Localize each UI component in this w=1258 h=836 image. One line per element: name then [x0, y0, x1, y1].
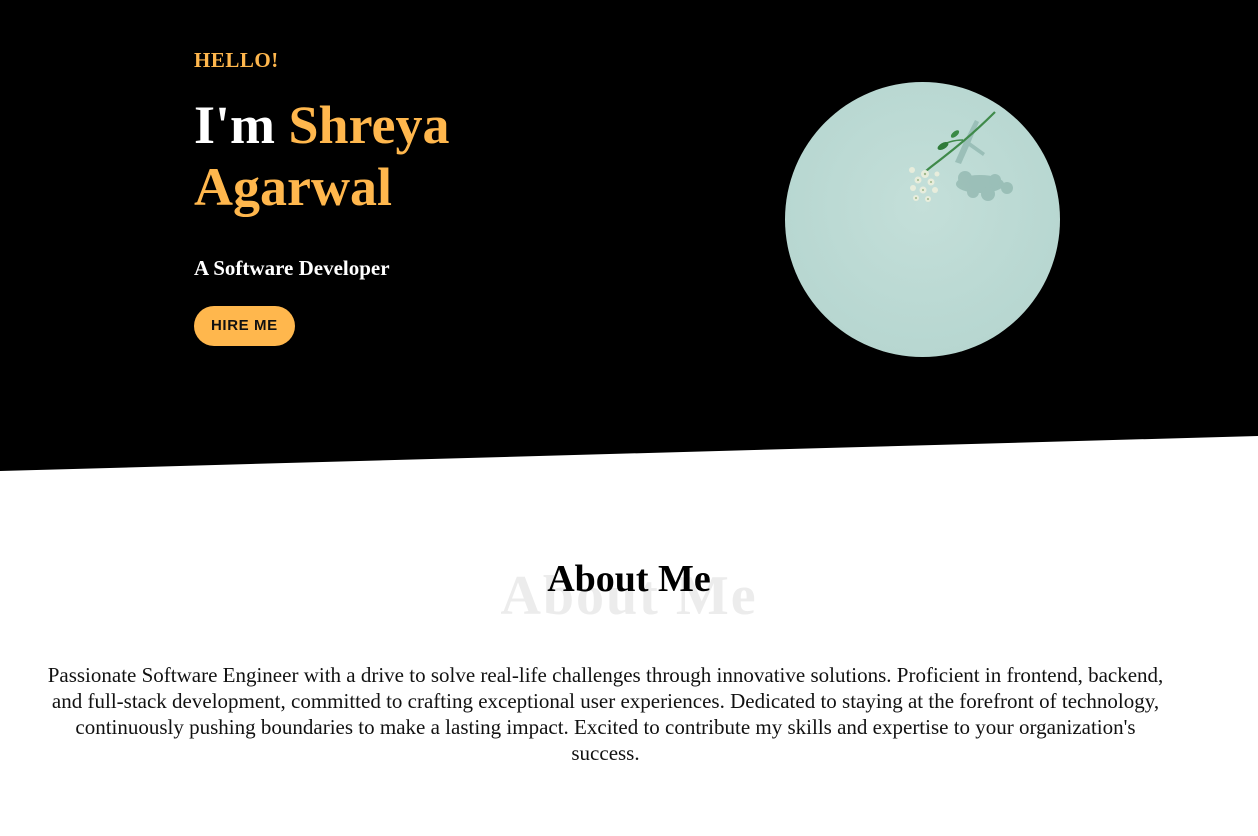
hero-heading: I'm Shreya Agarwal: [194, 94, 614, 218]
portfolio-page: HELLO! I'm Shreya Agarwal A Software Dev…: [0, 0, 1258, 836]
about-title: About Me: [547, 558, 711, 600]
hero-intro: HELLO! I'm Shreya Agarwal A Software Dev…: [194, 46, 614, 346]
greeting-text: HELLO!: [194, 48, 279, 72]
profile-photo: [785, 82, 1060, 357]
about-heading-block: About Me About Me: [0, 548, 1258, 638]
name-prefix: I'm: [194, 95, 289, 155]
hire-me-button[interactable]: HIRE ME: [194, 306, 295, 346]
hero-background: [0, 0, 1258, 471]
hero-subtitle: A Software Developer: [194, 256, 390, 280]
about-description: Passionate Software Engineer with a driv…: [47, 663, 1164, 765]
flower-photo-icon: [909, 111, 1013, 202]
